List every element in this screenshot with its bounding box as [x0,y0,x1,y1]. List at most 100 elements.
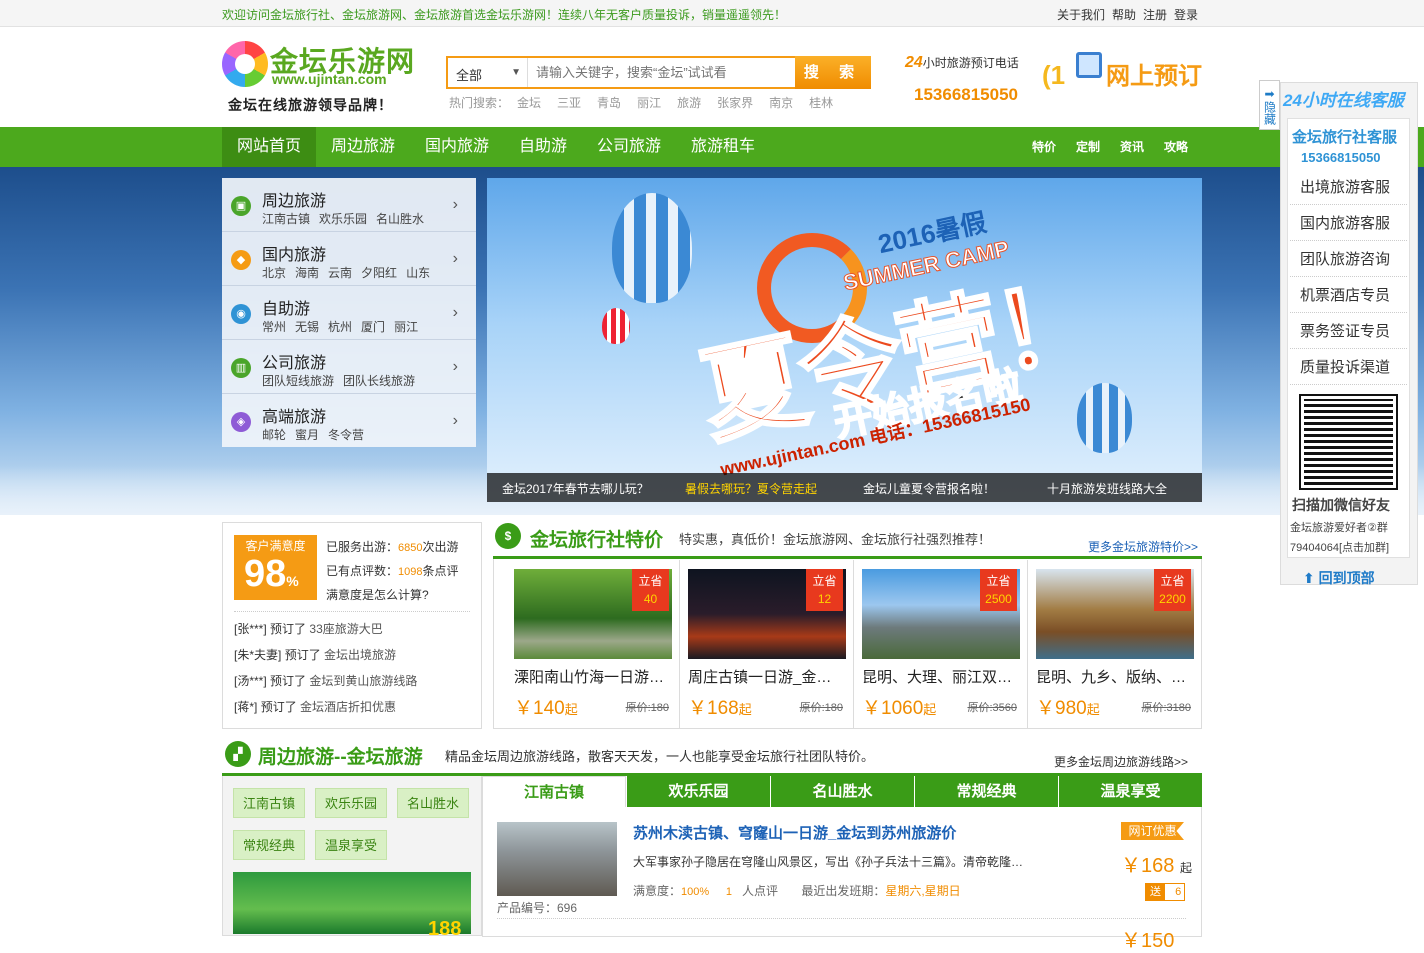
gift-badge: 送 6 [1145,883,1185,901]
main-nav: 网站首页 周边旅游 国内旅游 自助游 公司旅游 旅游租车 特价 定制 资讯 攻略 [0,127,1424,167]
chevron-right-icon: › [452,358,458,375]
category-chip[interactable]: 温泉享受 [315,830,388,860]
nav-guides[interactable]: 攻略 [1156,127,1196,167]
search-category-select[interactable]: 全部 ▼ [448,58,528,87]
service-item[interactable]: 国内旅游客服 [1290,206,1407,241]
online-booking-link[interactable]: 网上预订 [1106,56,1202,91]
tab-parks[interactable]: 欢乐乐园 [626,776,770,807]
product-meta: 满意度：100% 1 人点评 最近出发班期：星期六,星期日 [633,884,961,898]
tab-ancient-towns[interactable]: 江南古镇 [482,776,626,807]
booking-item: [汤***] 预订了 金坛到黄山旅游线路 [234,674,418,688]
next-product-price: ￥150 [1121,930,1175,952]
save-badge: 立省 2200 [1154,569,1191,611]
nav-self-guided[interactable]: 自助游 [504,127,582,167]
search-button[interactable]: 搜 索 [795,56,871,89]
nav-company[interactable]: 公司旅游 [582,127,676,167]
category-menu: ▣ 周边旅游 江南古镇 欢乐乐园 名山胜水 › ◆ 国内旅游 北京 海南 云南 夕阳红 山东… [222,178,476,447]
hot-search-link[interactable]: 青岛 [597,96,621,110]
product-name[interactable]: 周庄古镇一日游_金坛到周庄 [688,666,846,687]
menu-item-premium[interactable]: ◈ 高端旅游 邮轮 蜜月 冬令营 › [222,394,476,448]
booking-item: [蒋*] 预订了 金坛酒店折扣优惠 [234,700,397,714]
banner-slide[interactable]: 2016暑假 SUMMER CAMP 夏令营！ 开始报名啦 www.ujinta… [487,178,1202,502]
phone-number: 15366815050 [914,85,1019,104]
category-chip[interactable]: 江南古镇 [233,788,306,818]
hot-search-label: 热门搜索： [449,96,510,110]
hot-search-link[interactable]: 桂林 [809,96,833,110]
category-chip[interactable]: 常规经典 [233,830,306,860]
slide-caption[interactable]: 金坛2017年春节去哪儿玩？ [502,480,649,497]
booking-item: [张***] 预订了 33座旅游大巴 [234,622,383,636]
phone-label: 24小时旅游预订电话 [905,54,1019,71]
product-image[interactable] [497,822,617,896]
top-links: 关于我们 帮助 注册 登录 [1057,6,1205,23]
welcome-text: 欢迎访问金坛旅行社、金坛旅游网、金坛旅游首选金坛乐游网！连续八年无客户质量投诉，… [222,8,787,22]
hot-search-link[interactable]: 张家界 [717,96,753,110]
service-item[interactable]: 团队旅游咨询 [1290,242,1407,277]
logo-url: www.ujintan.com [272,71,387,87]
product-title-link[interactable]: 苏州木渎古镇、穹窿山一日游_金坛到苏州旅游价 [633,822,956,843]
service-item[interactable]: 出境旅游客服 [1290,170,1407,205]
product-price: ￥1060起 [862,698,937,719]
qr-caption: 扫描加微信好友 [1292,497,1390,513]
tab-hot-springs[interactable]: 温泉享受 [1058,776,1202,807]
hot-search-link[interactable]: 旅游 [677,96,701,110]
slide-captions: 金坛2017年春节去哪儿玩？ 暑假去哪玩？夏令营走起 金坛儿童夏令营报名啦！ 十… [487,473,1202,502]
hot-search-link[interactable]: 南京 [769,96,793,110]
product-name[interactable]: 昆明、九乡、版纳、大理游 [1036,666,1194,687]
special-card[interactable]: 立省12 周庄古镇一日游_金坛到周庄 ￥168起 原价:180 [668,560,846,728]
service-company: 金坛旅行社客服 [1292,129,1398,146]
product-price: ￥140起 [514,698,578,719]
save-badge: 立省 2500 [980,569,1017,611]
nav-custom[interactable]: 定制 [1068,127,1108,167]
nearby-more-link[interactable]: 更多金坛周边旅游线路>> [1054,753,1188,770]
tab-mountains[interactable]: 名山胜水 [770,776,914,807]
slide-caption-active[interactable]: 暑假去哪玩？夏令营走起 [685,480,817,497]
chevron-down-icon: ▼ [511,67,521,78]
menu-item-self-guided[interactable]: ◉ 自助游 常州 无锡 杭州 厦门 丽江 › [222,286,476,340]
qq-group-link[interactable]: 金坛旅游爱好者②群 79404064[点击加群] [1290,518,1389,558]
product-code: 产品编号：696 [497,901,578,915]
service-item[interactable]: 机票酒店专员 [1290,278,1407,313]
login-link[interactable]: 登录 [1174,8,1198,22]
satisfaction-how-link[interactable]: 满意度是怎么计算? [326,586,429,603]
about-link[interactable]: 关于我们 [1057,8,1105,22]
nav-home[interactable]: 网站首页 [222,127,316,167]
menu-item-domestic[interactable]: ◆ 国内旅游 北京 海南 云南 夕阳红 山东 › [222,232,476,286]
hot-search-link[interactable]: 金坛 [517,96,541,110]
service-item[interactable]: 票务签证专员 [1290,314,1407,349]
booking-item: [朱*夫妻] 预订了 金坛出境旅游 [234,648,397,662]
nav-news[interactable]: 资讯 [1112,127,1152,167]
search-input[interactable] [530,58,795,87]
nav-car-rental[interactable]: 旅游租车 [676,127,770,167]
hide-service-button[interactable]: ➡ 隐藏 [1259,80,1280,130]
slide-caption[interactable]: 金坛儿童夏令营报名啦！ [863,480,995,497]
category-chip[interactable]: 名山胜水 [397,788,470,818]
slide-caption[interactable]: 十月旅游发班线路大全 [1047,480,1167,497]
service-phone: 15366815050 [1301,150,1381,165]
special-card[interactable]: 立省2500 昆明、大理、丽江双飞六日游 ￥1060起 原价:3560 [842,560,1020,728]
back-to-top-button[interactable]: ⬆ 回到顶部 [1303,568,1375,588]
tab-classic[interactable]: 常规经典 [914,776,1058,807]
balloon-image [612,193,692,303]
specials-more-link[interactable]: 更多金坛旅游特价>> [1088,538,1198,555]
nav-domestic[interactable]: 国内旅游 [410,127,504,167]
service-item[interactable]: 质量投诉渠道 [1290,350,1407,385]
hot-search-link[interactable]: 丽江 [637,96,661,110]
menu-item-company[interactable]: ▥ 公司旅游 团队短线旅游 团队长线旅游 › [222,340,476,394]
specials-subtitle: 特实惠，真低价！金坛旅游网、金坛旅行社强烈推荐！ [679,532,992,547]
nav-nearby[interactable]: 周边旅游 [316,127,410,167]
hot-search-link[interactable]: 三亚 [557,96,581,110]
chevron-right-icon: › [452,196,458,213]
menu-item-nearby[interactable]: ▣ 周边旅游 江南古镇 欢乐乐园 名山胜水 › [222,178,476,232]
logo-icon[interactable] [222,41,268,87]
product-name[interactable]: 溧阳南山竹海一日游_金坛 [514,666,672,687]
review-count: 已有点评数：1098条点评 [326,564,459,578]
hot-searches: 热门搜索： 金坛 三亚 青岛 丽江 旅游 张家界 南京 桂林 [449,94,849,111]
special-card[interactable]: 立省 40 溧阳南山竹海一日游_金坛 ￥140起 原价:180 [494,560,672,728]
nav-deals[interactable]: 特价 [1024,127,1064,167]
special-card[interactable]: 立省2200 昆明、九乡、版纳、大理游 ￥980起 原价:3180 [1016,560,1194,728]
product-name[interactable]: 昆明、大理、丽江双飞六日游 [862,666,1020,687]
register-link[interactable]: 注册 [1143,8,1167,22]
category-chip[interactable]: 欢乐乐园 [315,788,388,818]
help-link[interactable]: 帮助 [1112,8,1136,22]
